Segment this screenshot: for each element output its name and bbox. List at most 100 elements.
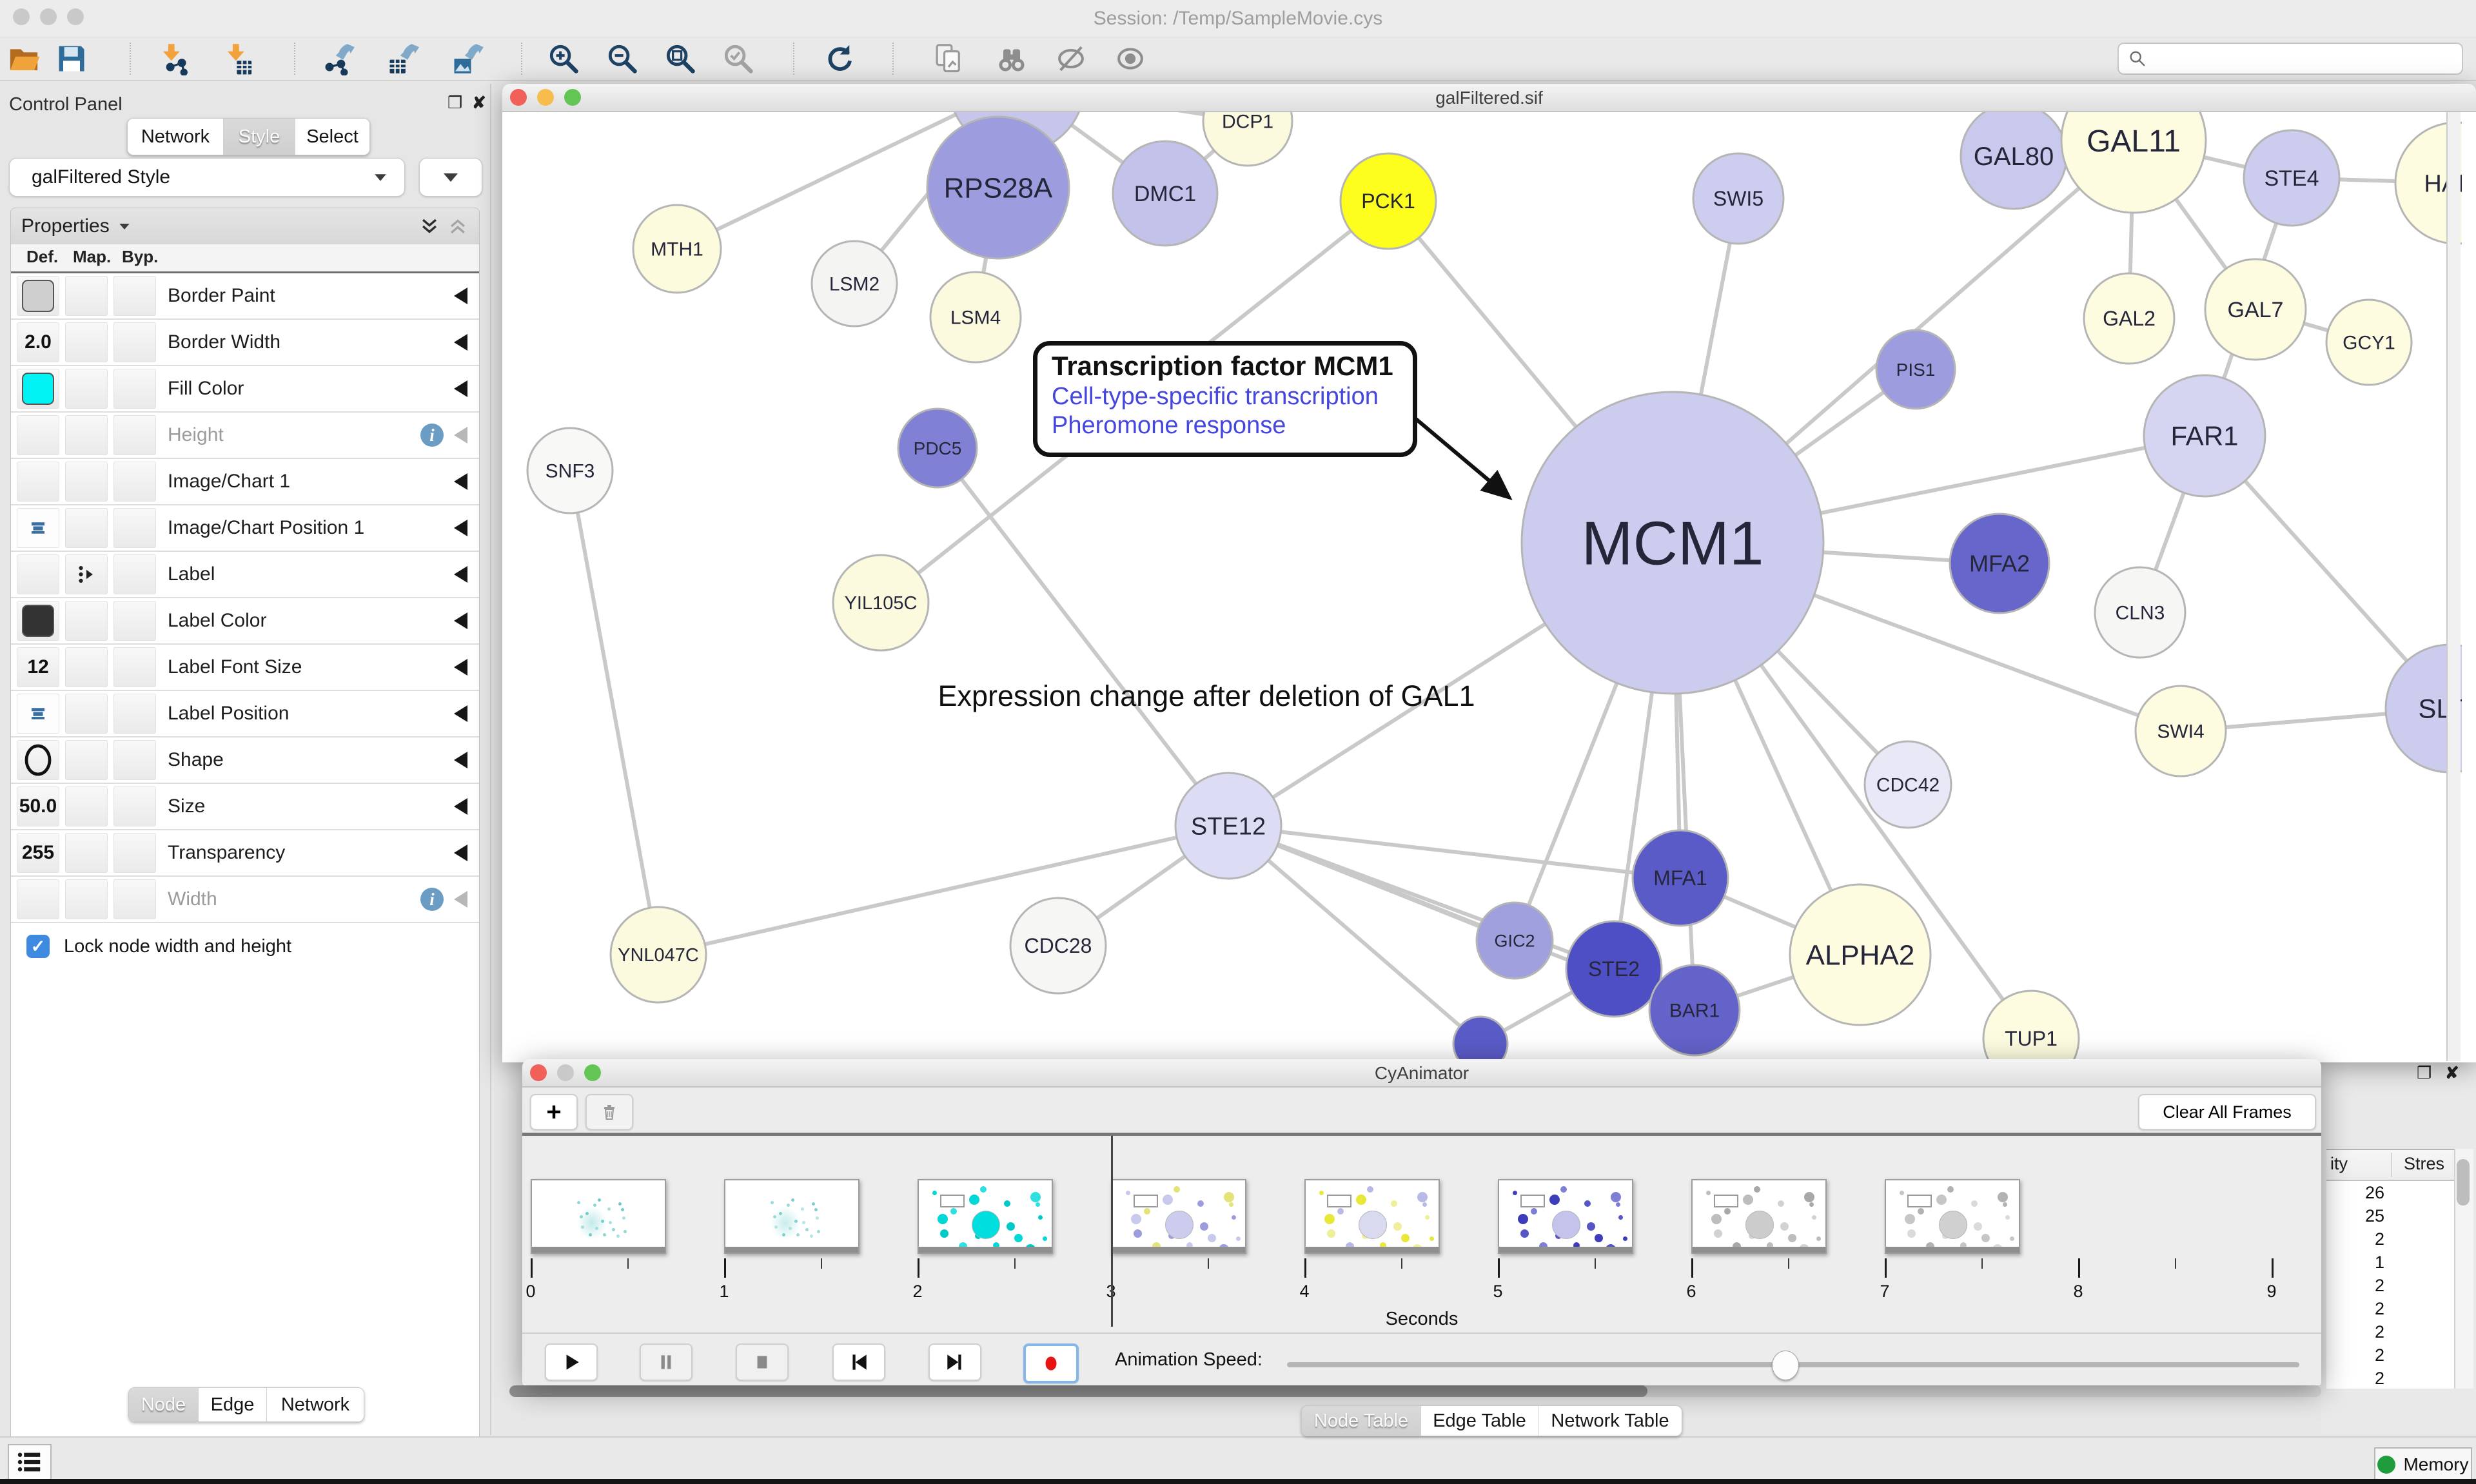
tab-network-bottom[interactable]: Network — [266, 1388, 364, 1421]
default-value-cell[interactable] — [17, 415, 59, 455]
tab-node-table[interactable]: Node Table — [1302, 1406, 1420, 1436]
zoom-fit-icon[interactable] — [662, 41, 699, 77]
mapping-cell[interactable] — [65, 694, 108, 734]
network-window-titlebar[interactable]: galFiltered.sif — [502, 84, 2476, 112]
close-panel-icon[interactable]: ✘ — [472, 93, 486, 112]
float-panel-icon[interactable]: ❐ — [447, 93, 462, 112]
default-value-cell[interactable] — [17, 508, 59, 548]
column-header-partial[interactable]: ity — [2330, 1154, 2348, 1174]
frame-thumbnail-1[interactable] — [724, 1179, 860, 1254]
table-scrollbar-thumb[interactable] — [2457, 1159, 2470, 1206]
zoom-in-icon[interactable] — [545, 41, 582, 77]
annotation-link[interactable]: Pheromone response — [1052, 412, 1413, 440]
default-value-cell[interactable] — [17, 879, 59, 919]
expand-row-icon[interactable] — [454, 705, 467, 722]
tab-node[interactable]: Node — [129, 1388, 198, 1421]
import-network-icon[interactable] — [155, 41, 192, 77]
mapping-cell[interactable] — [65, 647, 108, 687]
lock-checkbox[interactable]: ✓ — [26, 935, 50, 958]
default-value-cell[interactable]: 2.0 — [17, 322, 59, 362]
bypass-cell[interactable] — [113, 740, 156, 780]
expand-row-icon[interactable] — [454, 566, 467, 583]
network-node-tup1[interactable] — [1983, 991, 2079, 1061]
search-input[interactable] — [2154, 45, 2462, 72]
mapping-cell[interactable] — [65, 322, 108, 362]
tab-network-table[interactable]: Network Table — [1538, 1406, 1682, 1436]
bypass-cell[interactable] — [113, 276, 156, 316]
expand-row-icon[interactable] — [454, 427, 467, 444]
zoom-out-icon[interactable] — [604, 41, 641, 77]
save-session-icon[interactable] — [53, 41, 90, 77]
add-frame-button[interactable]: + — [530, 1094, 578, 1130]
default-value-cell[interactable] — [17, 554, 59, 594]
tab-network[interactable]: Network — [128, 119, 223, 155]
skip-to-start-button[interactable] — [832, 1343, 885, 1381]
mapping-cell[interactable] — [65, 833, 108, 873]
mapping-cell[interactable] — [65, 415, 108, 455]
default-value-cell[interactable]: 12 — [17, 647, 59, 687]
property-row[interactable]: Label — [11, 552, 479, 598]
property-row[interactable]: Fill Color — [11, 366, 479, 413]
timeline-playhead[interactable] — [1111, 1136, 1113, 1327]
property-row[interactable]: 2.0Border Width — [11, 320, 479, 366]
table-cell-value[interactable]: 2 — [2320, 1369, 2384, 1389]
mapping-cell[interactable] — [65, 601, 108, 641]
tab-edge[interactable]: Edge — [198, 1388, 266, 1421]
default-value-cell[interactable] — [17, 369, 59, 409]
float-panel-icon[interactable]: ❐ — [2417, 1063, 2432, 1082]
play-button[interactable] — [545, 1343, 598, 1381]
table-cell-value[interactable]: 2 — [2320, 1299, 2384, 1319]
frame-thumbnail-4[interactable] — [1304, 1179, 1440, 1254]
bypass-cell[interactable] — [113, 322, 156, 362]
style-selector[interactable]: galFiltered Style — [9, 158, 405, 197]
properties-header[interactable]: Properties — [11, 208, 479, 245]
mapping-cell[interactable] — [65, 369, 108, 409]
tab-edge-table[interactable]: Edge Table — [1420, 1406, 1538, 1436]
column-header-stress[interactable]: Stres — [2404, 1154, 2444, 1174]
expand-row-icon[interactable] — [454, 520, 467, 536]
export-table-icon[interactable] — [384, 41, 421, 77]
bypass-cell[interactable] — [113, 694, 156, 734]
expand-row-icon[interactable] — [454, 891, 467, 908]
table-cell-value[interactable]: 26 — [2320, 1183, 2384, 1203]
network-node-darknode[interactable] — [1453, 1017, 1508, 1061]
default-value-cell[interactable] — [17, 276, 59, 316]
collapse-all-icon[interactable] — [447, 215, 469, 237]
expand-row-icon[interactable] — [454, 334, 467, 351]
mapping-cell[interactable] — [65, 740, 108, 780]
refresh-layout-icon[interactable] — [820, 41, 858, 77]
property-row[interactable]: Label Color — [11, 598, 479, 645]
table-hscrollbar-thumb[interactable] — [509, 1385, 1647, 1397]
show-eye-icon[interactable] — [1112, 41, 1149, 77]
frame-thumbnail-0[interactable] — [531, 1179, 666, 1254]
info-icon[interactable]: i — [420, 424, 444, 447]
tab-style[interactable]: Style — [223, 119, 295, 155]
mapping-cell[interactable] — [65, 276, 108, 316]
import-table-icon[interactable] — [219, 41, 257, 77]
clear-all-frames-button[interactable]: Clear All Frames — [2138, 1094, 2316, 1130]
frame-thumbnail-6[interactable] — [1691, 1179, 1827, 1254]
table-cell-value[interactable]: 2 — [2320, 1345, 2384, 1365]
expand-row-icon[interactable] — [454, 288, 467, 304]
property-row[interactable]: 12Label Font Size — [11, 645, 479, 691]
table-cell-value[interactable]: 1 — [2320, 1253, 2384, 1273]
default-value-cell[interactable] — [17, 694, 59, 734]
annotation-box[interactable]: Transcription factor MCM1 Cell-type-spec… — [1033, 341, 1417, 457]
expand-row-icon[interactable] — [454, 659, 467, 676]
bypass-cell[interactable] — [113, 462, 156, 502]
frame-thumbnail-2[interactable] — [918, 1179, 1053, 1254]
expand-row-icon[interactable] — [454, 473, 467, 490]
property-row[interactable]: Border Paint — [11, 273, 479, 320]
clone-view-icon[interactable] — [930, 41, 967, 77]
mapping-cell[interactable] — [65, 786, 108, 826]
zoom-selected-icon[interactable] — [720, 41, 757, 77]
animation-speed-thumb[interactable] — [1772, 1351, 1799, 1380]
default-value-cell[interactable] — [17, 740, 59, 780]
memory-button[interactable]: Memory — [2374, 1447, 2472, 1481]
annotation-link[interactable]: Cell-type-specific transcription — [1052, 383, 1413, 411]
bypass-cell[interactable] — [113, 415, 156, 455]
table-cell-value[interactable]: 2 — [2320, 1276, 2384, 1296]
export-network-icon[interactable] — [319, 41, 357, 77]
record-button[interactable] — [1023, 1343, 1079, 1383]
property-row[interactable]: Image/Chart Position 1 — [11, 505, 479, 552]
